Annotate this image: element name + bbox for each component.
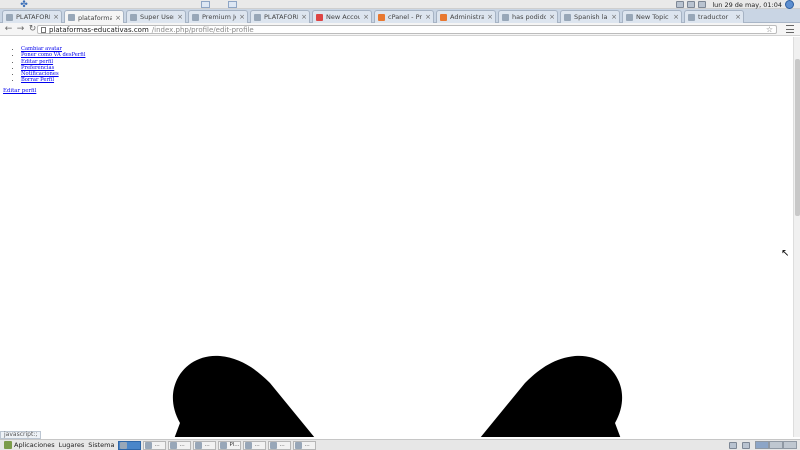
joomla-icon: [192, 13, 199, 21]
close-icon[interactable]: ×: [239, 13, 245, 21]
taskbar-window[interactable]: ...: [268, 440, 292, 450]
edit-profile-main-link[interactable]: Editar perfil: [3, 88, 36, 94]
window-icon: [170, 441, 178, 449]
preferences-link[interactable]: Preferencias: [21, 65, 54, 71]
window-icon: [270, 441, 278, 449]
scrollbar-thumb[interactable]: [795, 59, 800, 216]
launcher-icon[interactable]: [201, 1, 210, 8]
workspace-1[interactable]: [755, 441, 769, 449]
page-icon: [626, 13, 633, 21]
page-icon: [502, 13, 509, 21]
window-icon: [145, 441, 153, 449]
tab-new-topic[interactable]: New Topic ×: [622, 10, 682, 23]
applications-launcher-icon[interactable]: ✤: [18, 0, 30, 10]
close-icon[interactable]: ×: [425, 13, 431, 21]
tab-plataforma[interactable]: PLATAFORMA×: [2, 10, 62, 23]
workspace-2[interactable]: [769, 441, 783, 449]
browser-toolbar: ← → ↻ plataformas-educativas.com/index.p…: [0, 23, 800, 36]
tab-administrac[interactable]: Administrac×: [436, 10, 496, 23]
close-icon[interactable]: ×: [177, 13, 183, 21]
close-icon[interactable]: ×: [301, 13, 307, 21]
gmail-icon: [316, 13, 323, 21]
cpanel-icon: [378, 13, 385, 21]
window-icon: [245, 441, 253, 449]
system-globe-icon[interactable]: [785, 0, 794, 9]
oversized-close-icon: [172, 355, 623, 437]
browser-menu-icon[interactable]: [786, 25, 794, 33]
close-icon[interactable]: ×: [363, 13, 369, 21]
status-url-tooltip: javascript:;: [0, 431, 42, 439]
system-clock[interactable]: lun 29 de may, 01:04: [712, 1, 782, 9]
back-icon[interactable]: ←: [4, 24, 13, 34]
close-icon[interactable]: ×: [115, 14, 121, 22]
taskbar-window[interactable]: ...: [243, 440, 267, 450]
forward-icon[interactable]: →: [16, 24, 25, 34]
taskbar-window[interactable]: Pl...: [218, 440, 242, 450]
close-icon[interactable]: ×: [673, 13, 679, 21]
globe-icon: [6, 13, 13, 21]
taskbar-window-active[interactable]: [118, 440, 142, 450]
close-icon[interactable]: ×: [549, 13, 555, 21]
tab-has-podido[interactable]: has podido ×: [498, 10, 558, 23]
page-icon: [68, 14, 75, 21]
set-profile-link[interactable]: Poner como VA desPerfil: [21, 52, 85, 58]
url-host: plataformas-educativas.com: [49, 25, 149, 34]
page-scrollbar[interactable]: [793, 37, 800, 437]
taskbar-window[interactable]: ...: [193, 440, 217, 450]
mouse-pointer-icon: ↖: [781, 248, 790, 259]
address-bar[interactable]: plataformas-educativas.com/index.php/pro…: [37, 25, 777, 34]
taskbar-window[interactable]: ...: [168, 440, 192, 450]
browser-tab-bar: PLATAFORMA× plataformas× Super User× Pre…: [0, 9, 800, 24]
site-icon: [130, 13, 137, 21]
change-avatar-link[interactable]: Cambiar avatar: [21, 46, 62, 52]
battery-icon[interactable]: [698, 1, 707, 8]
close-icon[interactable]: ×: [735, 13, 741, 21]
tray-app-icon[interactable]: [729, 442, 737, 449]
reload-icon[interactable]: ↻: [28, 24, 37, 34]
tray-globe-icon[interactable]: [742, 442, 750, 449]
page-content: Cambiar avatar Poner como VA desPerfil E…: [0, 37, 793, 437]
page-icon: [254, 13, 261, 21]
google-icon: [688, 13, 695, 21]
window-icon: [195, 441, 203, 449]
top-system-panel: ✤ lun 29 de may, 01:04: [0, 0, 800, 10]
tab-new-account[interactable]: New Accoun×: [312, 10, 372, 23]
url-path: /index.php/profile/edit-profile: [151, 25, 254, 34]
profile-menu: Cambiar avatar Poner como VA desPerfil E…: [15, 46, 85, 84]
edit-profile-link[interactable]: Editar perfil: [21, 59, 53, 65]
tab-premium-joo[interactable]: Premium Joo×: [188, 10, 248, 23]
window-icon: [295, 441, 303, 449]
notifications-link[interactable]: Notificaciones: [21, 71, 59, 77]
system-tray: lun 29 de may, 01:04: [676, 0, 794, 9]
tab-cpanel[interactable]: cPanel - Prin×: [374, 10, 434, 23]
window-icon: [120, 441, 128, 449]
network-icon[interactable]: [676, 1, 685, 8]
bottom-taskbar: Aplicaciones Lugares Sistema ... ... ...…: [0, 439, 800, 450]
system-menu[interactable]: Sistema: [88, 441, 114, 449]
volume-icon[interactable]: [687, 1, 696, 8]
taskbar-window[interactable]: ...: [293, 440, 317, 450]
delete-profile-link[interactable]: Borrar Perfil: [21, 77, 54, 83]
page-icon: [41, 26, 46, 33]
tab-traductor[interactable]: traductor ×: [684, 10, 744, 23]
tab-plataformas[interactable]: plataformas×: [64, 10, 124, 24]
tab-plataform[interactable]: PLATAFORM×: [250, 10, 310, 23]
applications-menu[interactable]: Aplicaciones: [14, 441, 55, 449]
cpanel-icon: [440, 13, 447, 21]
launcher-icon[interactable]: [228, 1, 237, 8]
bookmark-star-icon[interactable]: ☆: [766, 26, 773, 34]
taskbar-window[interactable]: ...: [143, 440, 167, 450]
workspace-3[interactable]: [783, 441, 797, 449]
window-icon: [220, 441, 228, 449]
close-icon[interactable]: ×: [487, 13, 493, 21]
applications-menu-icon[interactable]: [4, 441, 12, 449]
places-menu[interactable]: Lugares: [59, 441, 85, 449]
list-item: Borrar Perfil: [21, 77, 85, 83]
tab-super-user[interactable]: Super User ×: [126, 10, 186, 23]
close-icon[interactable]: ×: [53, 13, 59, 21]
tab-spanish-lang[interactable]: Spanish lang×: [560, 10, 620, 23]
page-icon: [564, 13, 571, 21]
close-icon[interactable]: ×: [611, 13, 617, 21]
